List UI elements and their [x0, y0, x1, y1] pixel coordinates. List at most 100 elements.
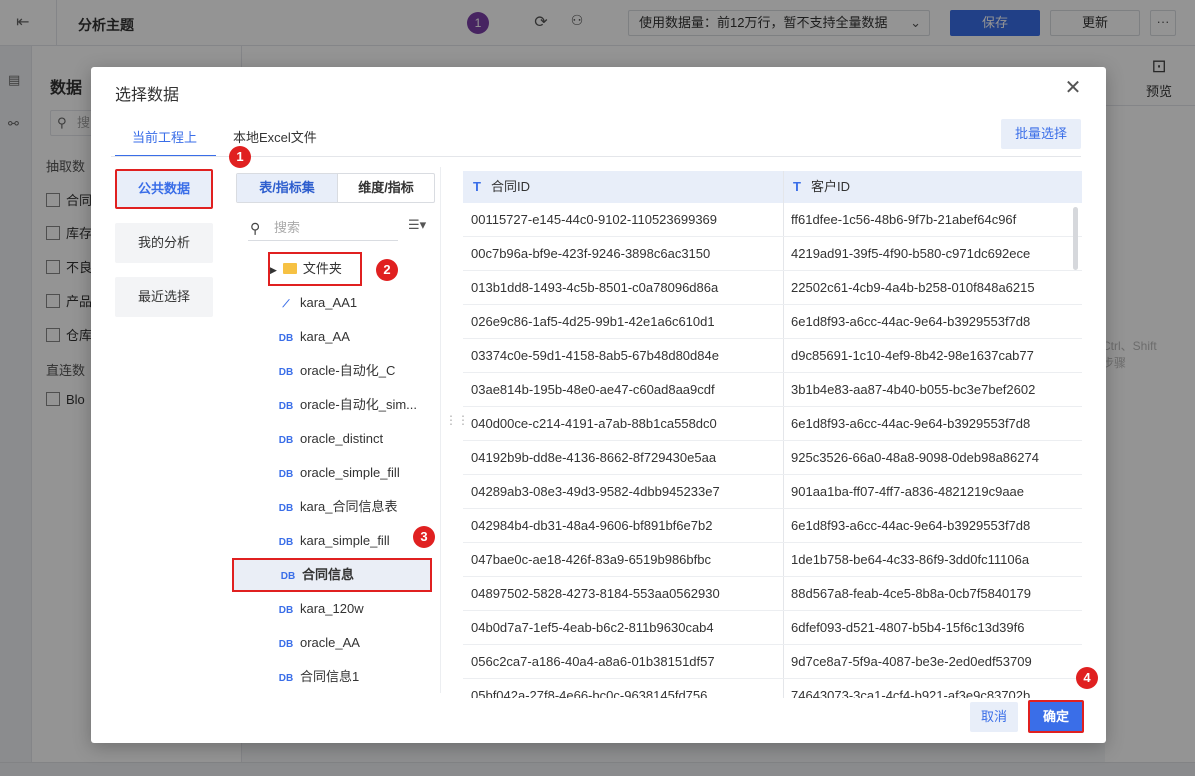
tree-folder[interactable]: ▶ 文件夹: [268, 252, 362, 286]
tree-item-label: kara_120w: [300, 601, 364, 616]
tree-item-label: kara_simple_fill: [300, 533, 390, 548]
table-row: 047bae0c-ae18-426f-83a9-6519b986bfbc 1de1…: [463, 543, 1082, 577]
table-cell: 04192b9b-dd8e-4136-8662-8f729430e5aa: [471, 450, 717, 465]
table-tree-panel: 表/指标集 维度/指标 ⚲ 搜索 ☰▾ ▶ 文件夹 ⟋ kara_AA1 DB kar…: [228, 167, 441, 693]
tree-item-label: oracle_distinct: [300, 431, 384, 446]
table-scrollbar[interactable]: [1073, 207, 1078, 270]
dialog-title: 选择数据: [115, 87, 180, 104]
filter-icon[interactable]: ☰▾: [408, 217, 430, 239]
table-tree: ▶ 文件夹 ⟋ kara_AA1 DB kara_AA DB oracle-自动化_C …: [228, 252, 440, 693]
table-cell: 03374c0e-59d1-4158-8ab5-67b48d80d84e: [471, 348, 719, 363]
tab-current-project[interactable]: 当前工程上: [132, 127, 197, 146]
table-row: 04192b9b-dd8e-4136-8662-8f729430e5aa 925c…: [463, 441, 1082, 475]
tree-search-input[interactable]: ⚲ 搜索: [248, 217, 398, 241]
table-cell: 4219ad91-39f5-4f90-b580-c971dc692ece: [791, 246, 1031, 261]
line-chart-icon: ⟋: [282, 299, 290, 310]
table-cell: 03ae814b-195b-48e0-ae47-c60ad8aa9cdf: [471, 382, 715, 397]
nav-my-analysis[interactable]: 我的分析: [115, 223, 213, 263]
segment-dimensions[interactable]: 维度/指标: [337, 174, 434, 202]
step-marker: 2: [376, 259, 398, 281]
column-header: T 合同ID: [473, 171, 530, 203]
table-cell: 056c2ca7-a186-40a4-a8a6-01b38151df57: [471, 654, 715, 669]
tree-item[interactable]: DB oracle-自动化_sim...: [276, 388, 428, 422]
table-cell: 22502c61-4cb9-4a4b-b258-010f848a6215: [791, 280, 1035, 295]
batch-select-button[interactable]: 批量选择: [1001, 119, 1081, 149]
tree-item[interactable]: DB oracle-自动化_C: [276, 354, 440, 388]
step-marker: 4: [1076, 667, 1098, 689]
data-preview-table: T 合同ID T 客户ID 00115727-e145-44c0-9102-1105…: [463, 171, 1082, 698]
segment-control: 表/指标集 维度/指标: [236, 173, 435, 203]
tree-item-label: kara_AA1: [300, 295, 358, 310]
text-type-icon: T: [793, 179, 801, 194]
table-row: 042984b4-db31-48a4-9606-bf891bf6e7b2 6e1d…: [463, 509, 1082, 543]
column-header: T 客户ID: [793, 171, 850, 203]
tree-item-label: 合同信息1: [300, 669, 360, 684]
table-row: 040d00ce-c214-4191-a7ab-88b1ca558dc0 6e1d…: [463, 407, 1082, 441]
table-cell: 6e1d8f93-a6cc-44ac-9e64-b3929553f7d8: [791, 416, 1031, 431]
tab-local-excel[interactable]: 本地Excel文件: [233, 127, 317, 146]
table-cell: 925c3526-66a0-48a8-9098-0deb98a86274: [791, 450, 1039, 465]
table-row: 00c7b96a-bf9e-423f-9246-3898c6ac3150 4219…: [463, 237, 1082, 271]
table-cell: d9c85691-1c10-4ef9-8b42-98e1637cab77: [791, 348, 1034, 363]
tree-item[interactable]: DB oracle_distinct: [276, 422, 440, 456]
db-icon: DB: [278, 435, 294, 446]
tree-item-label: oracle_AA: [300, 635, 360, 650]
db-icon: DB: [278, 639, 294, 650]
search-icon: ⚲: [250, 220, 261, 236]
divider: [111, 156, 1081, 157]
table-cell: 026e9c86-1af5-4d25-99b1-42e1a6c610d1: [471, 314, 715, 329]
table-row: 013b1dd8-1493-4c5b-8501-c0a78096d86a 2250…: [463, 271, 1082, 305]
db-icon: DB: [280, 571, 296, 582]
tree-item-label: oracle_simple_fill: [300, 465, 400, 480]
table-cell: 3b1b4e83-aa87-4b40-b055-bc3e7bef2602: [791, 382, 1036, 397]
segment-tables[interactable]: 表/指标集: [237, 174, 337, 202]
db-icon: DB: [278, 469, 294, 480]
table-cell: 6e1d8f93-a6cc-44ac-9e64-b3929553f7d8: [791, 314, 1031, 329]
tree-item[interactable]: DB kara_120w: [276, 592, 440, 626]
tree-search-placeholder: 搜索: [274, 220, 301, 235]
column-header-label: 客户ID: [810, 179, 850, 194]
table-cell: 05bf042a-27f8-4e66-bc0c-9638145fd756: [471, 688, 708, 698]
tree-item[interactable]: DB kara_合同信息表: [276, 490, 440, 524]
dialog-tabs: 当前工程上 本地Excel文件: [115, 117, 1081, 157]
table-cell: 04897502-5828-4273-8184-553aa0562930: [471, 586, 720, 601]
tree-item-label: oracle-自动化_sim...: [300, 397, 418, 412]
close-icon[interactable]: ✕: [1062, 77, 1084, 99]
table-row: 04289ab3-08e3-49d3-9582-4dbb945233e7 901a…: [463, 475, 1082, 509]
table-cell: 04b0d7a7-1ef5-4eab-b6c2-811b9630cab4: [471, 620, 714, 635]
tree-item[interactable]: DB oracle_AA: [276, 626, 440, 660]
tree-item-label: kara_AA: [300, 329, 350, 344]
cancel-button[interactable]: 取消: [970, 702, 1018, 732]
table-cell: 6e1d8f93-a6cc-44ac-9e64-b3929553f7d8: [791, 518, 1031, 533]
table-cell: ff61dfee-1c56-48b6-9f7b-21abef64c96f: [791, 212, 1017, 227]
table-row: 00115727-e145-44c0-9102-110523699369 ff61…: [463, 203, 1082, 237]
tree-item-label: 文件夹: [302, 261, 342, 276]
table-cell: 047bae0c-ae18-426f-83a9-6519b986bfbc: [471, 552, 711, 567]
table-cell: 6dfef093-d521-4807-b5b4-15f6c13d39f6: [791, 620, 1025, 635]
tree-item[interactable]: ⟋ kara_AA1: [276, 286, 440, 320]
tree-item-selected[interactable]: DB 合同信息: [232, 558, 432, 592]
db-icon: DB: [278, 673, 294, 684]
nav-recent[interactable]: 最近选择: [115, 277, 213, 317]
table-cell: 74643073-3ca1-4cf4-b921-af3e9c83702b: [791, 688, 1031, 698]
nav-public-data[interactable]: 公共数据: [115, 169, 213, 209]
table-cell: 040d00ce-c214-4191-a7ab-88b1ca558dc0: [471, 416, 717, 431]
tree-item[interactable]: DB 合同信息1: [276, 660, 440, 693]
db-icon: DB: [278, 367, 294, 378]
db-icon: DB: [278, 503, 294, 514]
step-marker: 3: [413, 526, 435, 548]
table-row: 04897502-5828-4273-8184-553aa0562930 88d5…: [463, 577, 1082, 611]
folder-icon: [282, 263, 297, 274]
table-cell: 042984b4-db31-48a4-9606-bf891bf6e7b2: [471, 518, 713, 533]
tree-item-label: oracle-自动化_C: [300, 363, 396, 378]
caret-right-icon: ▶: [270, 265, 277, 275]
db-icon: DB: [278, 537, 294, 548]
text-type-icon: T: [473, 179, 481, 194]
table-cell: 00115727-e145-44c0-9102-110523699369: [471, 212, 718, 227]
table-cell: 88d567a8-feab-4ce5-8b8a-0cb7f5840179: [791, 586, 1031, 601]
tree-item[interactable]: DB oracle_simple_fill: [276, 456, 440, 490]
tree-item[interactable]: DB kara_AA: [276, 320, 440, 354]
table-row: 03374c0e-59d1-4158-8ab5-67b48d80d84e d9c8…: [463, 339, 1082, 373]
confirm-button[interactable]: 确定: [1028, 700, 1084, 733]
table-row: 05bf042a-27f8-4e66-bc0c-9638145fd756 7464…: [463, 679, 1082, 698]
